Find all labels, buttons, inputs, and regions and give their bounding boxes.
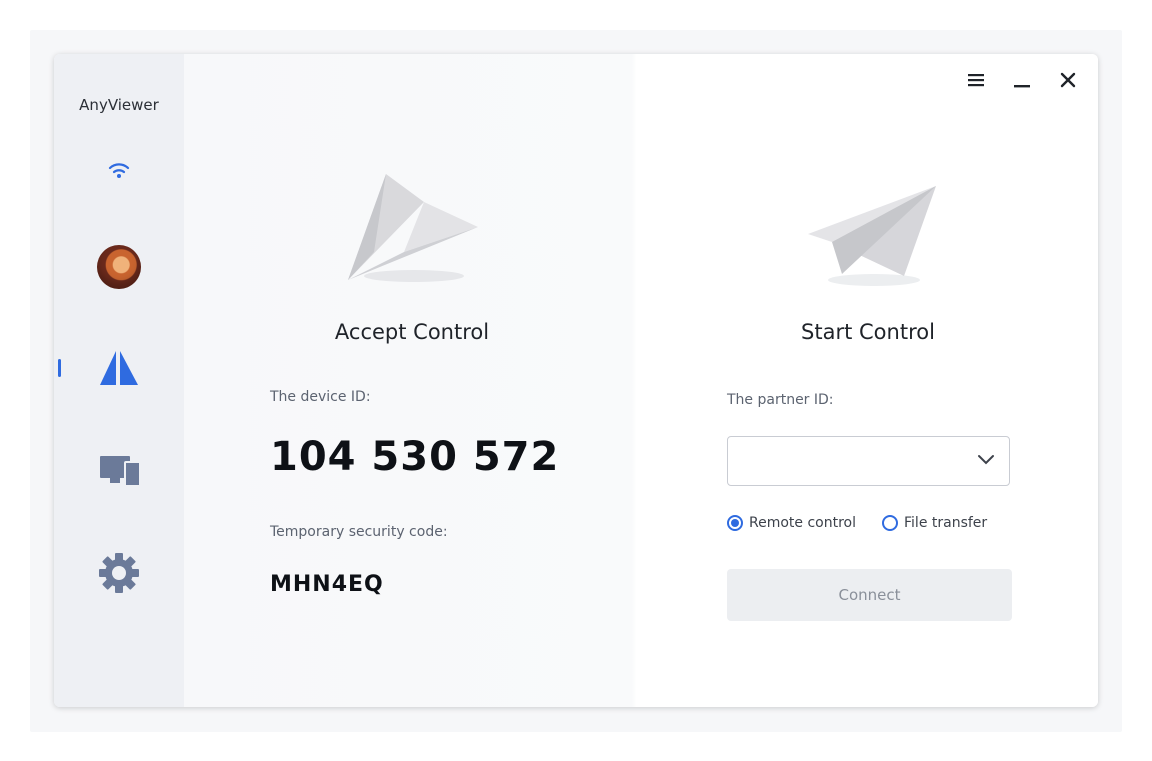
minimize-icon (1014, 85, 1030, 88)
window-controls (964, 68, 1080, 92)
security-code-value: MHN4EQ (270, 572, 384, 597)
menu-button[interactable] (964, 68, 988, 92)
partner-id-field[interactable] (727, 436, 1010, 486)
active-indicator (58, 359, 61, 377)
wifi-icon (108, 163, 130, 178)
paper-plane-start-icon (808, 186, 936, 286)
device-id-value: 104 530 572 (270, 434, 560, 480)
radio-file-transfer[interactable]: File transfer (882, 515, 987, 531)
remote-control-icon[interactable] (98, 349, 140, 387)
devices-icon[interactable] (99, 452, 141, 488)
partner-id-label: The partner ID: (727, 392, 834, 408)
paper-plane-accept-icon (348, 174, 478, 282)
start-heading: Start Control (801, 320, 935, 344)
radio-selected-icon (727, 515, 743, 531)
minimize-button[interactable] (1010, 68, 1034, 92)
sidebar: AnyViewer (54, 54, 184, 707)
partner-id-input[interactable] (728, 437, 982, 485)
app-title: AnyViewer (79, 96, 159, 114)
app-window: AnyViewer Accept Control The device ID: … (54, 54, 1098, 707)
accept-heading: Accept Control (334, 320, 490, 344)
radio-remote-control-label: Remote control (749, 515, 856, 531)
connect-button[interactable]: Connect (727, 569, 1012, 621)
menu-icon (968, 74, 984, 87)
chevron-down-icon[interactable] (977, 454, 995, 466)
radio-remote-control[interactable]: Remote control (727, 515, 856, 531)
mode-options: Remote control File transfer (727, 515, 987, 531)
security-code-label: Temporary security code: (270, 524, 448, 540)
radio-unselected-icon (882, 515, 898, 531)
gear-icon[interactable] (98, 552, 140, 594)
radio-file-transfer-label: File transfer (904, 515, 988, 531)
close-button[interactable] (1056, 68, 1080, 92)
avatar[interactable] (97, 245, 141, 289)
device-id-label: The device ID: (270, 389, 371, 405)
close-icon (1060, 72, 1076, 88)
